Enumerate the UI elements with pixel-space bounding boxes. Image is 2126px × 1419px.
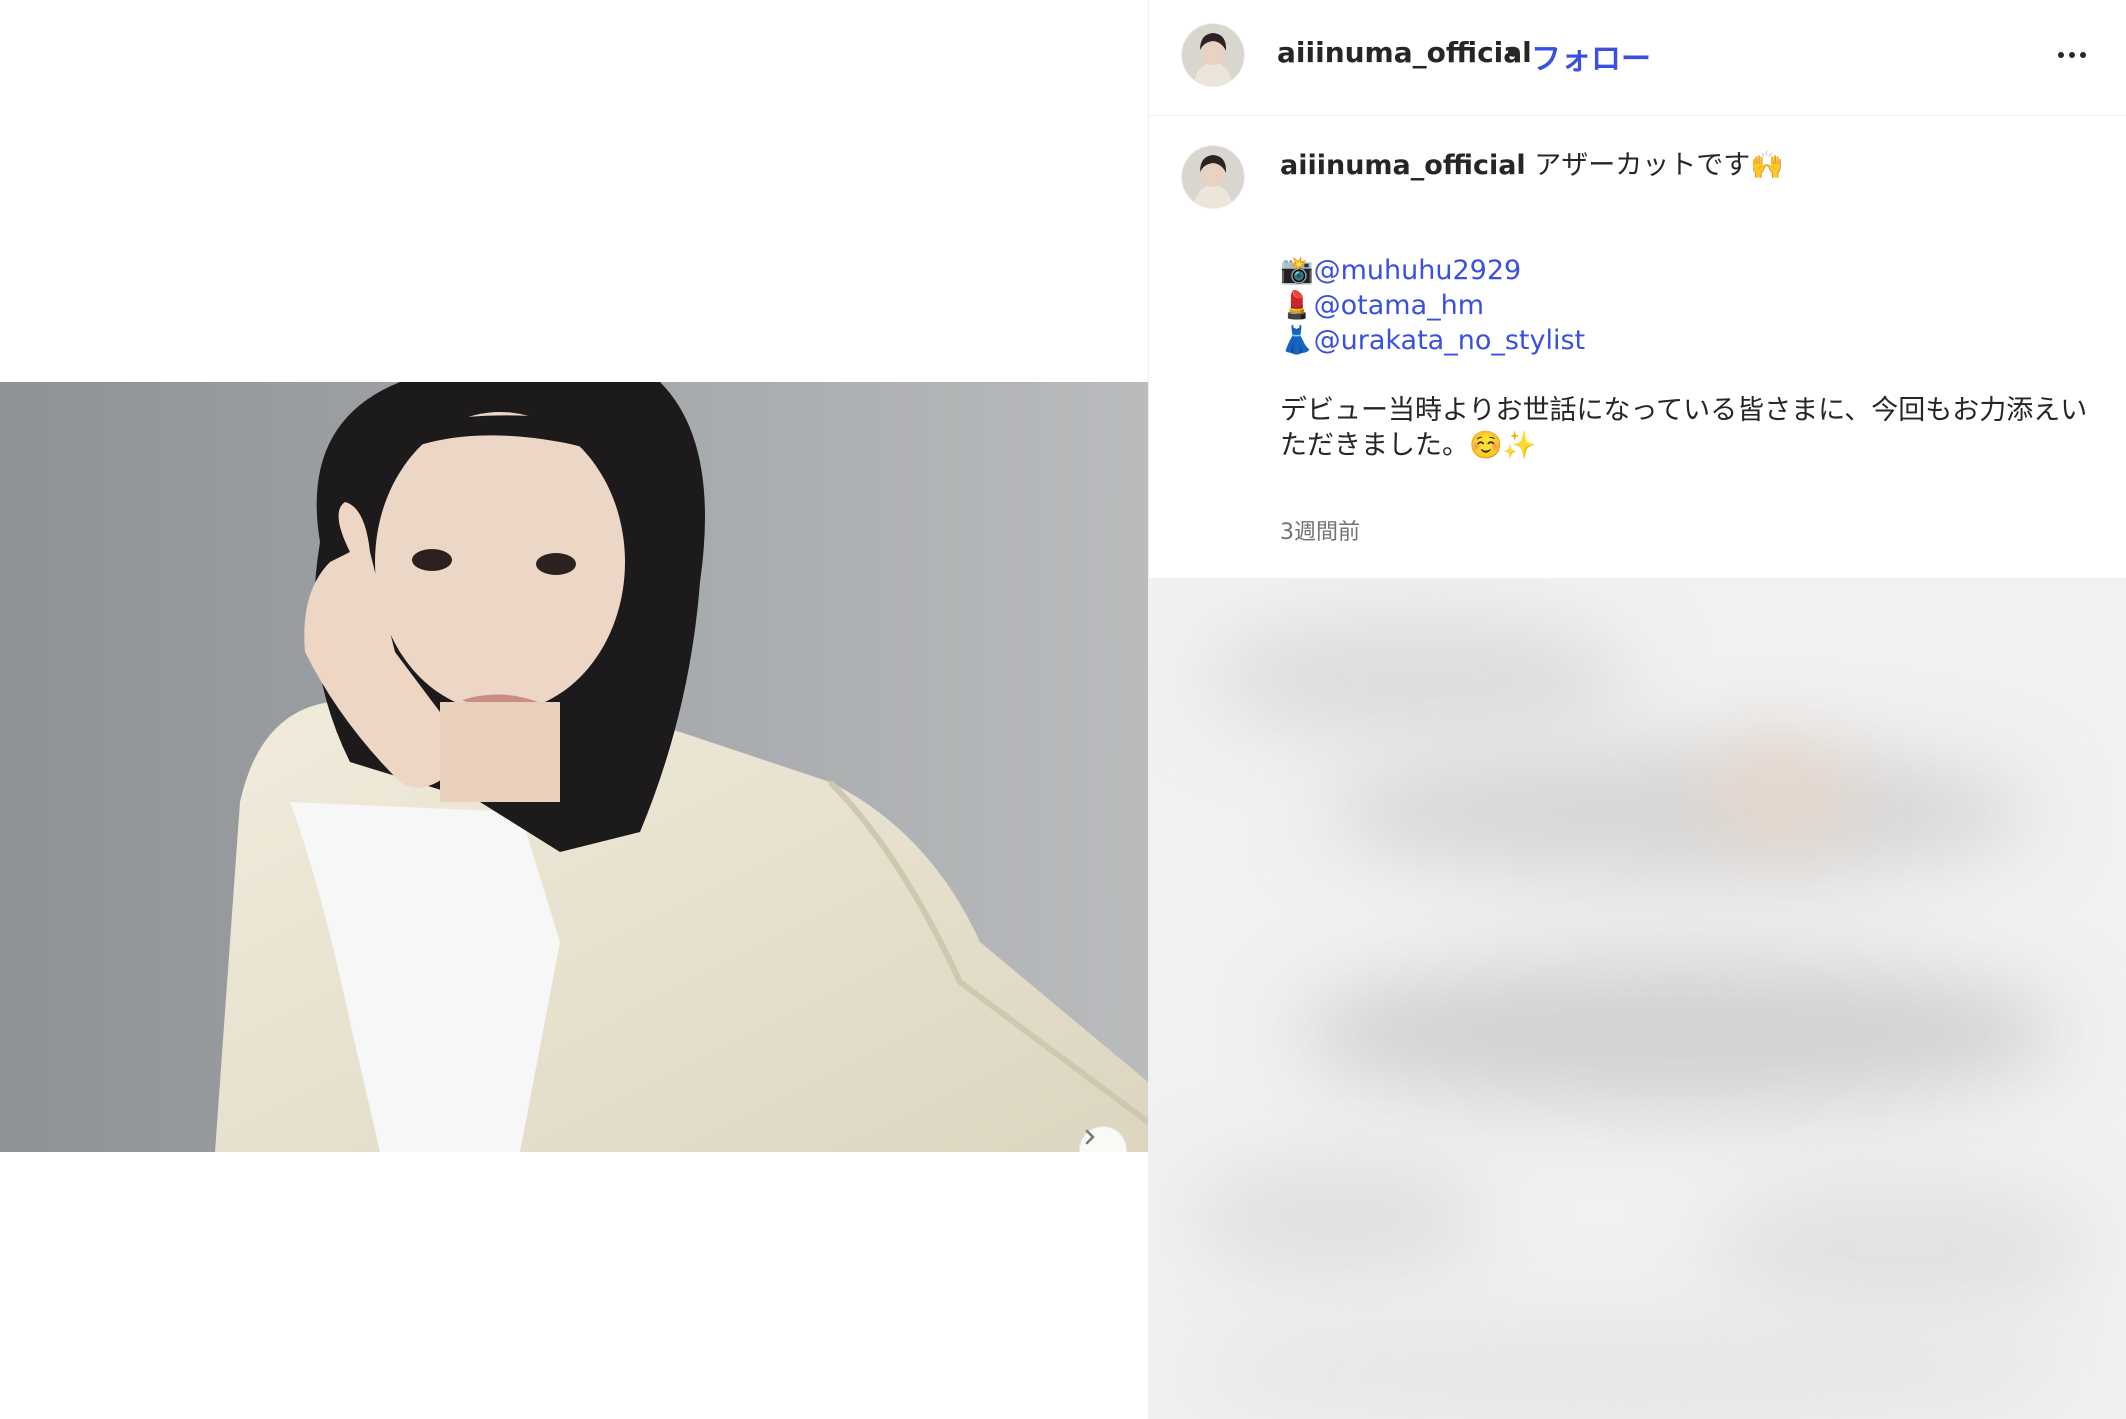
camera-emoji: 📸 (1280, 255, 1314, 286)
post-caption: aiiinuma_official アザーカットです🙌 📸@muhuhu2929… (1280, 148, 2100, 463)
mention-stylist[interactable]: @urakata_no_stylist (1314, 325, 1586, 356)
dress-emoji: 👗 (1280, 325, 1314, 356)
avatar[interactable] (1182, 24, 1244, 86)
more-options-button[interactable] (2049, 38, 2095, 72)
post-media-pane (0, 0, 1148, 1419)
caption-title: アザーカットです (1534, 150, 1751, 181)
caption-title-line: aiiinuma_official アザーカットです🙌 (1280, 148, 2100, 183)
chevron-right-icon (1085, 1129, 1095, 1145)
caption-avatar[interactable] (1182, 146, 1244, 208)
blurred-comments-area (1149, 578, 2126, 1419)
profile-avatar-image (1182, 146, 1244, 208)
post-sidebar: aiiinuma_official • フォロー aiiinuma_offici… (1148, 0, 2126, 1419)
caption-username[interactable]: aiiinuma_official (1280, 150, 1526, 181)
mention-makeup[interactable]: @otama_hm (1314, 290, 1484, 321)
credit-line-photographer: 📸@muhuhu2929 (1280, 253, 2100, 288)
lipstick-emoji: 💄 (1280, 290, 1314, 321)
smile-sparkles-emoji: ☺️✨ (1469, 430, 1537, 461)
post-header: aiiinuma_official • フォロー (1149, 0, 2126, 116)
profile-avatar-image (1182, 24, 1244, 86)
caption-body: デビュー当時よりお世話になっている皆さまに、今回もお力添えいただきました。☺️✨ (1280, 393, 2100, 463)
credit-line-stylist: 👗@urakata_no_stylist (1280, 323, 2100, 358)
post-timestamp[interactable]: 3週間前 (1280, 514, 1360, 546)
mention-photographer[interactable]: @muhuhu2929 (1314, 255, 1522, 286)
post-author-username[interactable]: aiiinuma_official (1277, 36, 1532, 69)
follow-button[interactable]: フォロー (1531, 34, 1651, 78)
separator-dot: • (1504, 36, 1522, 69)
caption-body-text: デビュー当時よりお世話になっている皆さまに、今回もお力添えいただきました。 (1280, 395, 2088, 461)
portrait-photo-image (0, 382, 1148, 1152)
post-photo[interactable] (0, 382, 1148, 1152)
more-horizontal-icon (2058, 52, 2064, 58)
raised-hands-emoji: 🙌 (1750, 150, 1784, 181)
credit-line-makeup: 💄@otama_hm (1280, 288, 2100, 323)
